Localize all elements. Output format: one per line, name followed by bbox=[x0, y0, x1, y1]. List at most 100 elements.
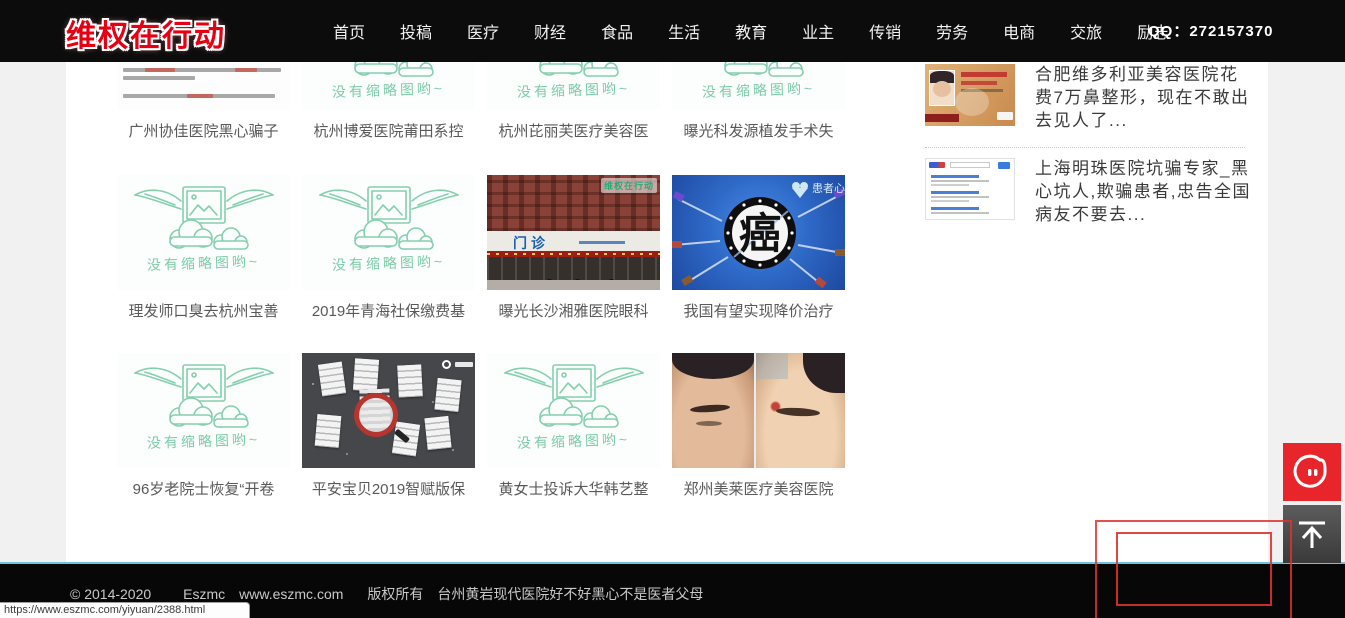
face bbox=[933, 81, 951, 97]
result-text-line bbox=[931, 184, 969, 186]
dartboard-graphic: 癌 患者心 bbox=[672, 175, 845, 290]
article-caption: 曝光长沙湘雅医院眼科 bbox=[487, 302, 660, 322]
sidebar-article[interactable]: 上海明珠医院坑骗专家_黑心坑人,欺骗患者,忠告全国病友不要去... bbox=[925, 158, 1251, 242]
sidebar-article-title: 合肥维多利亚美容医院花费7万鼻整形，现在不敢出去见人了... bbox=[1035, 63, 1251, 132]
result-link-line bbox=[931, 207, 979, 210]
nav-item-home[interactable]: 首页 bbox=[333, 19, 365, 43]
article-thumbnail: 没有缩略图哟~ bbox=[302, 175, 475, 290]
article-card[interactable]: 没有缩略图哟~ 杭州芘丽芙医疗美容医 bbox=[487, 62, 660, 142]
article-card[interactable]: 没有缩略图哟~ 曝光科发源植发手术失 bbox=[672, 62, 845, 142]
text-article-thumb bbox=[117, 62, 290, 110]
article-caption: 平安宝贝2019智赋版保 bbox=[302, 480, 475, 500]
nav-item-submit[interactable]: 投稿 bbox=[400, 19, 432, 43]
sidebar-article-title: 上海明珠医院坑骗专家_黑心坑人,欺骗患者,忠告全国病友不要去... bbox=[1035, 157, 1251, 226]
rights-text: 版权所有 bbox=[367, 584, 423, 604]
sidebar-thumbnail bbox=[925, 158, 1015, 220]
text-line-red bbox=[187, 94, 213, 98]
ground bbox=[487, 280, 660, 290]
outpatient-sign: 门诊 bbox=[513, 233, 549, 253]
background-patch bbox=[756, 353, 788, 379]
article-caption: 理发师口臭去杭州宝善 bbox=[117, 302, 290, 322]
back-to-top-button[interactable] bbox=[1283, 505, 1341, 563]
qq-contact: QQ：272157370 bbox=[1148, 20, 1273, 41]
hair bbox=[672, 353, 754, 379]
result-text-line bbox=[931, 200, 969, 202]
logo-circle-icon bbox=[442, 360, 451, 369]
article-card[interactable]: 广州协佳医院黑心骗子 bbox=[117, 62, 290, 142]
article-card[interactable]: 维权在行动 门诊 曝光长沙湘雅医院眼科 bbox=[487, 175, 660, 322]
article-card[interactable]: 没有缩略图哟~ 黄女士投诉大华韩艺整 bbox=[487, 353, 660, 500]
nav-item-ecommerce[interactable]: 电商 bbox=[1003, 19, 1035, 43]
article-card[interactable]: 没有缩略图哟~ 96岁老院士恢复“开卷 bbox=[117, 353, 290, 500]
article-caption: 黄女士投诉大华韩艺整 bbox=[487, 480, 660, 500]
sidebar-thumbnail bbox=[925, 64, 1015, 126]
site-url-text[interactable]: www.eszmc.com bbox=[239, 586, 343, 602]
photo-divider bbox=[754, 353, 756, 468]
nav-item-pyramid[interactable]: 传销 bbox=[869, 19, 901, 43]
article-thumbnail: 没有缩略图哟~ bbox=[117, 353, 290, 468]
nav-item-education[interactable]: 教育 bbox=[735, 19, 767, 43]
article-thumbnail: 没有缩略图哟~ bbox=[487, 62, 660, 110]
article-thumbnail bbox=[117, 62, 290, 110]
nav-item-labor[interactable]: 劳务 bbox=[936, 19, 968, 43]
article-thumbnail: 没有缩略图哟~ bbox=[487, 353, 660, 468]
qq-chat-button[interactable] bbox=[1283, 443, 1341, 501]
red-text-line bbox=[961, 81, 997, 85]
logo-text-bar bbox=[455, 362, 473, 367]
red-text-line bbox=[961, 72, 1007, 77]
entrance-doors bbox=[487, 257, 660, 280]
footer-text: © 2014-2020 Eszmc www.eszmc.com 版权所有 台州黄… bbox=[70, 584, 703, 604]
nav-item-life[interactable]: 生活 bbox=[668, 19, 700, 43]
result-link-line bbox=[931, 175, 979, 178]
article-card[interactable]: 郑州美莱医疗美容医院 bbox=[672, 353, 845, 500]
site-logo[interactable]: 维权在行动 bbox=[66, 11, 226, 55]
magnifier-icon bbox=[354, 393, 398, 437]
top-nav: 维权在行动 首页 投稿 医疗 财经 食品 生活 教育 业主 传销 劳务 电商 交… bbox=[0, 0, 1345, 62]
search-logo bbox=[929, 162, 945, 168]
cancer-character: 癌 bbox=[739, 210, 781, 257]
page: 维权在行动 首页 投稿 医疗 财经 食品 生活 教育 业主 传销 劳务 电商 交… bbox=[0, 0, 1345, 618]
article-caption: 2019年青海社保缴费基 bbox=[302, 302, 475, 322]
article-card[interactable]: 平安宝贝2019智赋版保 bbox=[302, 353, 475, 500]
arrow-up-icon bbox=[1292, 514, 1332, 554]
article-card[interactable]: 没有缩略图哟~ 杭州博爱医院莆田系控 bbox=[302, 62, 475, 142]
search-box bbox=[950, 162, 990, 168]
watermark bbox=[955, 88, 989, 116]
watermark-stamp: 维权在行动 bbox=[601, 178, 657, 193]
article-caption: 我国有望实现降价治疗 bbox=[672, 302, 845, 322]
nav-item-medical[interactable]: 医疗 bbox=[467, 19, 499, 43]
article-card[interactable]: 癌 患者心 我国有望实现降价治疗 bbox=[672, 175, 845, 322]
article-card[interactable]: 没有缩略图哟~ 2019年青海社保缴费基 bbox=[302, 175, 475, 322]
result-link-line bbox=[931, 191, 979, 194]
article-caption: 杭州博爱医院莆田系控 bbox=[302, 122, 475, 142]
result-text-line bbox=[931, 196, 989, 198]
article-thumbnail: 没有缩略图哟~ bbox=[672, 62, 845, 110]
document-card bbox=[353, 358, 379, 392]
white-chip bbox=[997, 112, 1013, 120]
nav-item-finance[interactable]: 财经 bbox=[534, 19, 566, 43]
hair bbox=[803, 353, 845, 393]
article-card[interactable]: 没有缩略图哟~ 理发师口臭去杭州宝善 bbox=[117, 175, 290, 322]
decor-dots bbox=[312, 383, 314, 385]
copyright-text: © 2014-2020 bbox=[70, 586, 151, 602]
nav-item-travel[interactable]: 交旅 bbox=[1070, 19, 1102, 43]
document-card bbox=[397, 364, 423, 397]
text-line-red bbox=[145, 68, 175, 72]
dotted-separator bbox=[925, 147, 1245, 148]
text-line bbox=[123, 76, 195, 80]
sidebar-article[interactable]: 合肥维多利亚美容医院花费7万鼻整形，现在不敢出去见人了... bbox=[925, 64, 1251, 148]
document-card bbox=[315, 414, 342, 448]
right-face bbox=[756, 353, 845, 468]
sign-subtext bbox=[579, 241, 625, 244]
nav-item-owner[interactable]: 业主 bbox=[802, 19, 834, 43]
nav-item-food[interactable]: 食品 bbox=[601, 19, 633, 43]
hospital-photo-thumb: 维权在行动 门诊 bbox=[487, 175, 660, 290]
article-caption: 广州协佳医院黑心骗子 bbox=[117, 122, 290, 142]
cancer-dartboard-thumb: 癌 患者心 bbox=[672, 175, 845, 290]
nav-menu: 首页 投稿 医疗 财经 食品 生活 教育 业主 传销 劳务 电商 交旅 励志 bbox=[333, 0, 1169, 62]
result-text-line bbox=[931, 180, 989, 182]
search-button bbox=[998, 162, 1010, 169]
article-caption: 杭州芘丽芙医疗美容医 bbox=[487, 122, 660, 142]
footer-slogan: 台州黄岩现代医院好不好黑心不是医者父母 bbox=[437, 584, 703, 604]
document-card bbox=[434, 378, 461, 412]
